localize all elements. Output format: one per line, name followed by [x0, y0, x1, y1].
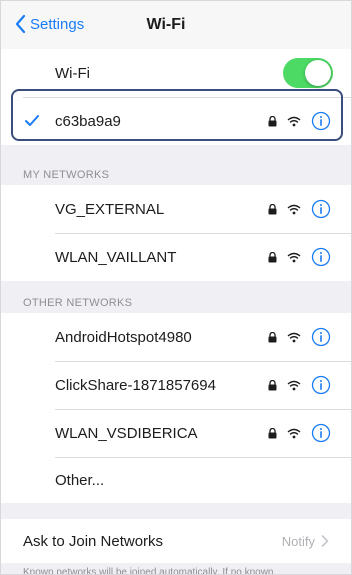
- other-network-label: Other...: [55, 471, 105, 489]
- page-title: Wi-Fi: [146, 16, 186, 33]
- wifi-icon: [287, 252, 301, 262]
- lock-icon: [268, 427, 277, 438]
- network-status-icons: [258, 327, 331, 347]
- lock-icon: [268, 331, 277, 342]
- network-row[interactable]: WLAN_VAILLANT: [1, 233, 351, 281]
- network-row[interactable]: VG_EXTERNAL: [1, 185, 351, 233]
- network-row[interactable]: WLAN_VSDIBERICA: [1, 409, 351, 457]
- network-status-icons: [258, 375, 331, 395]
- section-header-other-networks: OTHER NETWORKS: [23, 297, 133, 309]
- my-networks-group: VG_EXTERNAL WLAN_VAILLANT: [1, 185, 351, 281]
- ask-join-group: Ask to Join Networks Notify: [1, 519, 351, 563]
- footer-note: Known networks will be joined automatica…: [23, 567, 274, 575]
- network-status-icons: [258, 199, 331, 219]
- other-network-row[interactable]: Other...: [1, 457, 351, 503]
- network-status-icons: [258, 423, 331, 443]
- lock-icon: [268, 379, 277, 390]
- wifi-icon: [287, 380, 301, 390]
- lock-icon: [268, 251, 277, 262]
- wifi-icon: [287, 332, 301, 342]
- other-networks-group: AndroidHotspot4980 ClickShare-1871857694…: [1, 313, 351, 503]
- wifi-label: Wi-Fi: [55, 64, 90, 82]
- wifi-icon: [287, 428, 301, 438]
- chevron-right-icon: [321, 535, 329, 547]
- network-row[interactable]: ClickShare-1871857694: [1, 361, 351, 409]
- wifi-settings-screen: Settings Wi-Fi Wi-Fi c63ba9a9 MY NETWORK…: [0, 0, 352, 575]
- network-status-icons: [258, 247, 331, 267]
- network-row[interactable]: AndroidHotspot4980: [1, 313, 351, 361]
- wifi-toggle[interactable]: [283, 58, 333, 88]
- selection-highlight: [11, 89, 343, 141]
- network-name: VG_EXTERNAL: [55, 200, 165, 218]
- ask-join-value: Notify: [282, 534, 329, 549]
- network-name: WLAN_VAILLANT: [55, 248, 177, 266]
- ask-join-value-text: Notify: [281, 533, 315, 549]
- info-icon[interactable]: [311, 247, 331, 267]
- lock-icon: [268, 203, 277, 214]
- ask-join-label: Ask to Join Networks: [23, 532, 164, 550]
- ask-join-row[interactable]: Ask to Join Networks Notify: [1, 519, 351, 563]
- navigation-bar: Settings Wi-Fi: [1, 1, 351, 50]
- network-name: AndroidHotspot4980: [55, 328, 192, 346]
- section-header-my-networks: MY NETWORKS: [23, 169, 110, 181]
- wifi-icon: [287, 204, 301, 214]
- info-icon[interactable]: [311, 423, 331, 443]
- network-name: WLAN_VSDIBERICA: [55, 424, 198, 442]
- info-icon[interactable]: [311, 375, 331, 395]
- info-icon[interactable]: [311, 327, 331, 347]
- network-name: ClickShare-1871857694: [55, 376, 216, 394]
- info-icon[interactable]: [311, 199, 331, 219]
- toggle-knob: [305, 60, 331, 86]
